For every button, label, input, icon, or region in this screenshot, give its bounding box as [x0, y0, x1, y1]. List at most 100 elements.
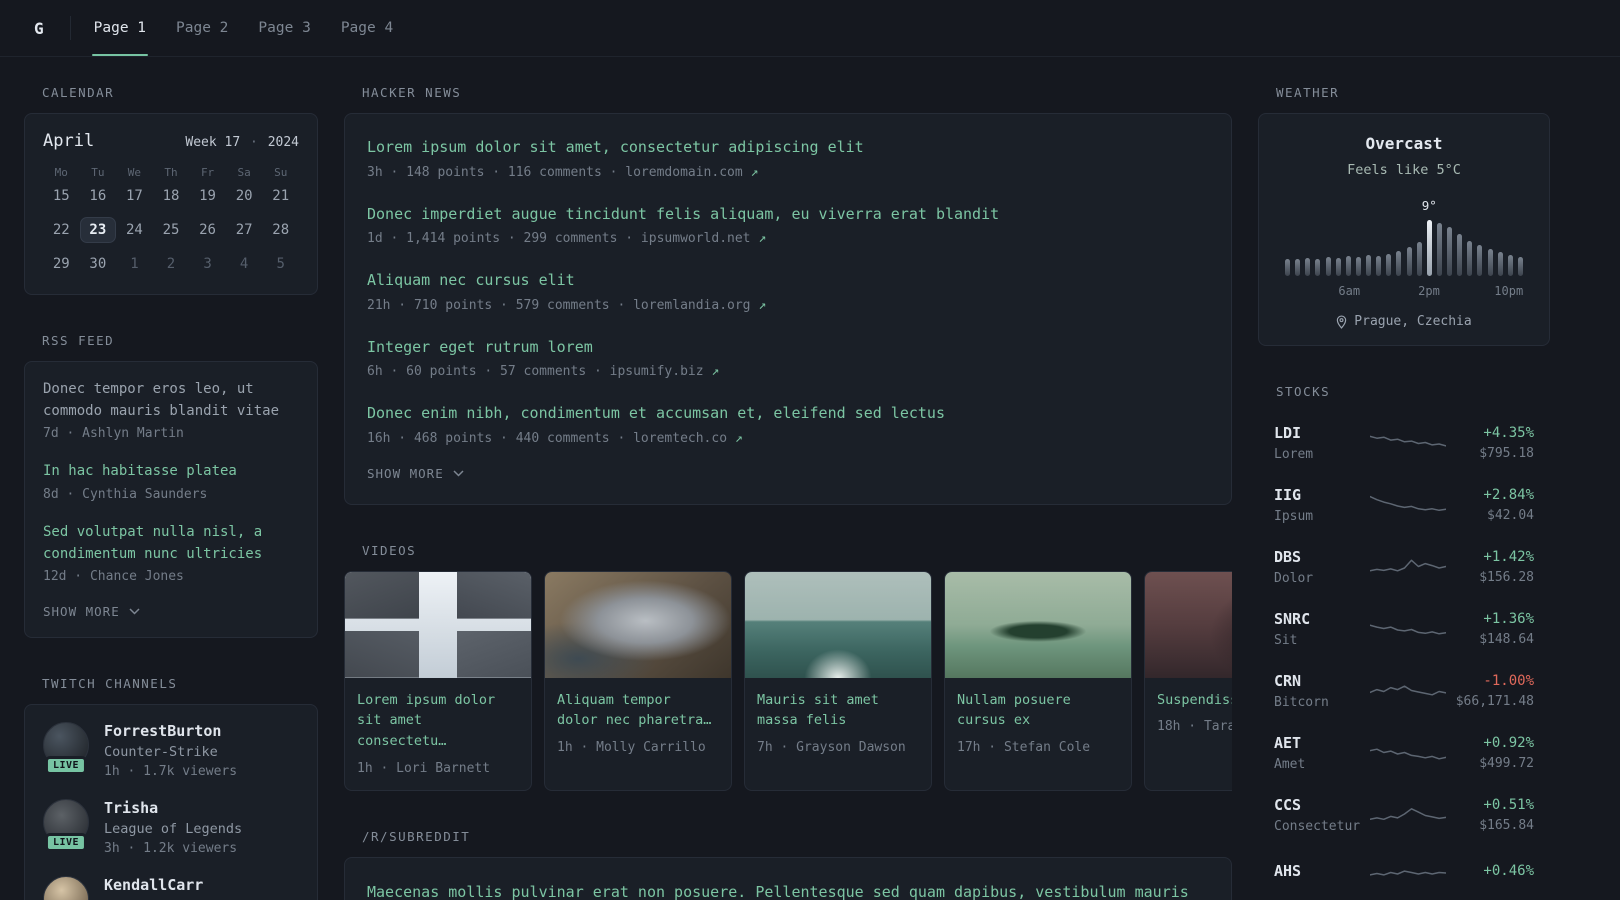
external-link-icon[interactable]: ↗ [751, 165, 759, 180]
twitch-channel[interactable]: LIVE ForrestBurton Counter-Strike 1h · 1… [43, 722, 299, 779]
hn-item-title[interactable]: Aliquam nec cursus elit [367, 271, 575, 289]
weather-location: Prague, Czechia [1277, 314, 1531, 329]
location-pin-icon [1337, 314, 1347, 329]
hackernews-card: Lorem ipsum dolor sit amet, consectetur … [344, 113, 1232, 505]
subreddit-post-title[interactable]: Maecenas mollis pulvinar erat non posuer… [367, 883, 1189, 900]
video-title[interactable]: Aliquam tempor dolor nec pharetra… [557, 690, 719, 732]
weather-bar [1487, 249, 1493, 276]
video-card[interactable]: Aliquam tempor dolor nec pharetra… 1h · … [544, 570, 732, 792]
hn-item: Aliquam nec cursus elit 21h · 710 points… [367, 269, 1209, 313]
calendar-day: 5 [276, 256, 285, 272]
video-title[interactable]: Mauris sit amet massa felis [757, 690, 919, 732]
video-title[interactable]: Nullam posuere cursus ex [957, 690, 1119, 732]
external-link-icon[interactable]: ↗ [711, 364, 719, 379]
stock-change: +1.42% [1483, 549, 1534, 565]
calendar-day: 26 [199, 222, 216, 238]
weather-bar [1386, 253, 1392, 276]
section-header-calendar: CALENDAR [42, 85, 115, 100]
weather-bar [1416, 242, 1422, 276]
stock-symbol: AET [1274, 734, 1302, 752]
rss-item: Sed volutpat nulla nisl, a condimentum n… [43, 522, 299, 584]
stock-name: Dolor [1274, 571, 1314, 586]
channel-name[interactable]: ForrestBurton [104, 722, 237, 740]
weather-bar [1396, 251, 1402, 276]
calendar-day: 1 [130, 256, 139, 272]
video-card[interactable]: Nullam posuere cursus ex 17h · Stefan Co… [944, 570, 1132, 792]
page-tab[interactable]: Page 4 [326, 0, 408, 56]
stock-values: +2.84% $42.04 [1446, 487, 1534, 523]
calendar-day: 21 [272, 188, 290, 204]
page-tab[interactable]: Page 2 [161, 0, 243, 56]
stock-row[interactable]: DBS Dolor +1.42% $156.28 [1274, 536, 1534, 598]
stock-name: Sit [1274, 633, 1298, 648]
app-logo[interactable]: G [24, 0, 62, 56]
external-link-icon[interactable]: ↗ [758, 231, 766, 246]
channel-game[interactable]: League of Legends [104, 821, 242, 837]
stock-price: $42.04 [1487, 508, 1534, 523]
stock-row[interactable]: LDI Lorem +4.35% $795.18 [1274, 412, 1534, 474]
video-meta: 1h · Lori Barnett [357, 761, 491, 777]
hn-item-title[interactable]: Donec imperdiet augue tincidunt felis al… [367, 205, 999, 223]
weather-bar [1406, 246, 1412, 276]
stock-values: +0.46% [1446, 863, 1534, 884]
stock-row[interactable]: IIG Ipsum +2.84% $42.04 [1274, 474, 1534, 536]
video-card-body: Mauris sit amet massa felis 7h · Grayson… [745, 678, 931, 770]
stock-row[interactable]: CCS Consectetur +0.51% $165.84 [1274, 784, 1534, 846]
video-card[interactable]: Lorem ipsum dolor sit amet consectetu… 1… [344, 570, 532, 792]
calendar-day: 30 [89, 256, 107, 272]
weather-bar [1467, 241, 1473, 276]
weather-bar [1366, 254, 1371, 276]
rss-item-title[interactable]: Sed volutpat nulla nisl, a condimentum n… [43, 522, 299, 565]
channel-info: ForrestBurton Counter-Strike 1h · 1.7k v… [104, 722, 237, 779]
page-tab[interactable]: Page 1 [79, 0, 161, 56]
weather-chart: 9° [1285, 198, 1523, 276]
calendar-card: April Week 17 · 2024 Mo Tu We Th Fr Sa Su 15 16… [24, 113, 318, 295]
stock-row[interactable]: AHS +0.46% [1274, 846, 1534, 900]
page-tab[interactable]: Page 3 [243, 0, 325, 56]
video-card[interactable]: Mauris sit amet massa felis 7h · Grayson… [744, 570, 932, 792]
section-header-hackernews: HACKER NEWS [362, 85, 462, 100]
video-thumbnail [345, 571, 531, 678]
twitch-channel[interactable]: LIVE Trisha League of Legends 3h · 1.2k … [43, 799, 299, 856]
twitch-channel[interactable]: LIVE KendallCarr [43, 876, 299, 900]
calendar-day: 2 [166, 256, 176, 272]
rss-item-title[interactable]: In hac habitasse platea [43, 461, 299, 483]
twitch-card: LIVE ForrestBurton Counter-Strike 1h · 1… [24, 704, 318, 900]
calendar-dow-row: Mo Tu We Th Fr Sa Su [43, 166, 299, 183]
weather-time-label: 10pm [1494, 284, 1524, 298]
stock-symbol: AHS [1274, 861, 1302, 880]
channel-name[interactable]: KendallCarr [104, 876, 203, 894]
calendar-day: 16 [89, 188, 107, 204]
external-link-icon[interactable]: ↗ [735, 431, 743, 446]
stock-id: AHS [1274, 862, 1370, 885]
rss-show-more-button[interactable]: SHOW MORE [43, 604, 140, 619]
topbar-divider [69, 16, 71, 40]
stock-row[interactable]: CRN Bitcorn -1.00% $66,171.48 [1274, 660, 1534, 722]
video-card[interactable]: Suspendisse diam 18h · Tara [1144, 570, 1232, 792]
channel-name[interactable]: Trisha [104, 799, 242, 817]
external-link-icon[interactable]: ↗ [758, 298, 766, 313]
stock-change: +2.84% [1483, 487, 1534, 503]
hn-show-more-button[interactable]: SHOW MORE [367, 466, 464, 481]
hn-item-title[interactable]: Integer eget rutrum lorem [367, 338, 593, 356]
stock-row[interactable]: SNRC Sit +1.36% $148.64 [1274, 598, 1534, 660]
hn-item-meta-text: 3h · 148 points · 116 comments · loremdo… [367, 164, 743, 180]
video-thumbnail [945, 571, 1131, 678]
stock-id: LDI Lorem [1274, 424, 1370, 462]
stock-list: LDI Lorem +4.35% $795.18 IIG Ipsum +2.84… [1258, 412, 1550, 900]
video-title[interactable]: Suspendisse diam [1157, 690, 1232, 711]
video-meta: 18h · Tara [1157, 719, 1232, 735]
weather-bar [1325, 256, 1331, 276]
hn-item-title[interactable]: Donec enim nibh, condimentum et accumsan… [367, 404, 945, 422]
show-more-label: SHOW MORE [43, 604, 120, 620]
channel-game[interactable]: Counter-Strike [104, 744, 237, 760]
rss-item-title[interactable]: Donec tempor eros leo, ut commodo mauris… [43, 379, 299, 422]
stock-row[interactable]: AET Amet +0.92% $499.72 [1274, 722, 1534, 784]
calendar-dow: Sa [237, 166, 251, 179]
stock-price: $156.28 [1479, 570, 1534, 585]
stock-symbol: CRN [1274, 672, 1302, 690]
video-title[interactable]: Lorem ipsum dolor sit amet consectetu… [357, 690, 519, 753]
live-badge: LIVE [44, 833, 88, 853]
subreddit-card: Maecenas mollis pulvinar erat non posuer… [344, 857, 1232, 900]
hn-item-title[interactable]: Lorem ipsum dolor sit amet, consectetur … [367, 138, 864, 156]
